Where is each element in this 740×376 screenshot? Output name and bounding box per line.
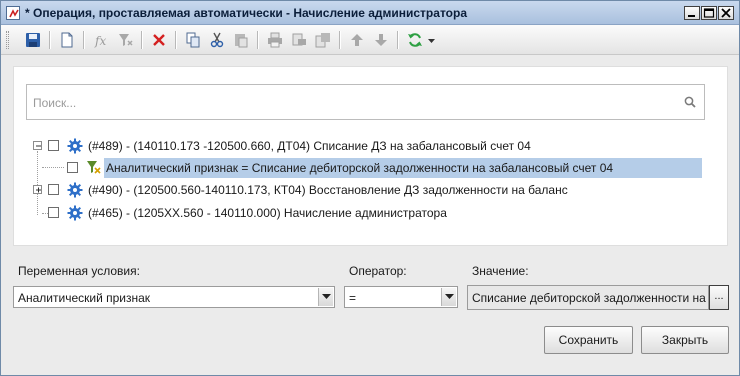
filter-condition-icon [85,159,101,178]
toolbar-grip[interactable] [6,31,9,49]
copy-icon[interactable] [183,30,203,50]
delete-icon[interactable] [149,30,169,50]
condition-tree: (#489) - (140110.173 -120500.660, ДТ04) … [14,67,727,245]
expand-icon[interactable] [33,185,42,194]
save-button[interactable]: Сохранить [544,326,633,354]
operator-select[interactable]: = [344,286,458,308]
save-icon[interactable] [23,30,43,50]
value-field-text: Списание дебиторской задолженности на за… [472,291,708,305]
formula-icon[interactable]: fx [91,30,111,50]
value-label: Значение: [472,264,529,278]
dropdown-arrow-icon[interactable] [425,30,439,50]
row-checkbox[interactable] [48,207,59,218]
chevron-down-icon[interactable] [441,288,456,306]
toolbar: fx [1,25,739,55]
close-window-button[interactable] [718,6,734,20]
conditions-panel: Поиск... (#489) - (140110.173 -120500.66… [13,66,728,246]
operator-label: Оператор: [349,264,407,278]
dialog-window: * Операция, проставляемая автоматически … [0,0,740,376]
print-preview-icon[interactable] [289,30,309,50]
maximize-button[interactable] [701,6,717,20]
window-title: * Операция, проставляемая автоматически … [25,6,467,20]
title-bar[interactable]: * Операция, проставляемая автоматически … [1,1,739,25]
filter-icon[interactable] [115,30,135,50]
app-icon [6,6,20,20]
tree-row-selected[interactable]: Аналитический признак = Списание дебитор… [32,158,722,178]
operator-select-value: = [349,291,357,305]
move-up-icon[interactable] [347,30,367,50]
tree-item-label: Аналитический признак = Списание дебитор… [106,161,614,175]
variable-select-value: Аналитический признак [18,291,151,305]
tree-item-label: (#465) - (1205ХХ.560 - 140110.000) Начис… [88,206,447,220]
value-field[interactable]: Списание дебиторской задолженности на за… [467,285,709,310]
chevron-down-icon[interactable] [318,288,333,306]
row-checkbox[interactable] [48,140,59,151]
tree-row[interactable]: (#490) - (120500.560-140110.173, КТ04) В… [32,180,722,200]
browse-value-button[interactable]: ... [709,285,729,310]
gear-icon [67,205,83,224]
variable-label: Переменная условия: [18,264,140,278]
move-down-icon[interactable] [371,30,391,50]
close-button[interactable]: Закрыть [641,326,729,354]
svg-text:fx: fx [94,34,106,48]
gear-icon [67,138,83,157]
gear-icon [67,182,83,201]
export-icon[interactable] [313,30,333,50]
tree-item-label: (#490) - (120500.560-140110.173, КТ04) В… [88,183,568,197]
row-checkbox[interactable] [67,162,78,173]
print-icon[interactable] [265,30,285,50]
row-checkbox[interactable] [48,184,59,195]
refresh-icon[interactable] [405,30,425,50]
tree-item-label: (#489) - (140110.173 -120500.660, ДТ04) … [88,139,531,153]
minimize-button[interactable] [684,6,700,20]
paste-icon[interactable] [231,30,251,50]
new-document-icon[interactable] [57,30,77,50]
tree-row[interactable]: (#489) - (140110.173 -120500.660, ДТ04) … [32,136,722,156]
tree-row[interactable]: (#465) - (1205ХХ.560 - 140110.000) Начис… [32,203,722,223]
collapse-icon[interactable] [33,141,42,150]
cut-icon[interactable] [207,30,227,50]
variable-select[interactable]: Аналитический признак [13,286,335,308]
